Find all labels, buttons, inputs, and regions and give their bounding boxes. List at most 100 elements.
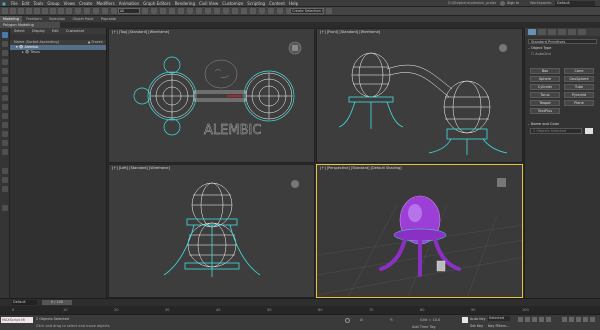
toggle-scene-explorer-icon[interactable]: [223, 8, 229, 14]
toggle-layer-explorer-icon[interactable]: [232, 8, 238, 14]
menu-modifiers[interactable]: Modifiers: [94, 0, 116, 7]
utilities-tab-icon[interactable]: [578, 29, 586, 35]
sign-in-link[interactable]: Sign In: [507, 0, 519, 7]
pivot-center-icon[interactable]: [111, 8, 117, 14]
key-mode-dropdown[interactable]: Selected: [488, 316, 510, 321]
undo-icon[interactable]: [2, 8, 8, 14]
pan-icon[interactable]: [576, 317, 581, 322]
spinner-snap-icon[interactable]: [187, 8, 193, 14]
motion-tab-icon[interactable]: [558, 29, 566, 35]
bind-spacewarp-icon[interactable]: [34, 8, 40, 14]
cone-button[interactable]: Cone: [564, 68, 594, 74]
tree-row-tesus[interactable]: ▸ 👁 Tesus: [10, 50, 106, 55]
cylinder-button[interactable]: Cylinder: [530, 84, 560, 90]
auto-key-button[interactable]: Auto Key: [470, 316, 486, 322]
box-button[interactable]: Box: [530, 68, 560, 74]
object-name-field[interactable]: 2 Objects Selected: [530, 128, 582, 134]
menu-content[interactable]: Content: [267, 0, 287, 7]
window-crossing-icon[interactable]: [66, 8, 72, 14]
coordinate-y[interactable]: Y:: [390, 317, 393, 323]
menu-rendering[interactable]: Rendering: [173, 0, 197, 7]
toggle-ribbon-icon[interactable]: [241, 8, 247, 14]
collapse-all-icon[interactable]: [2, 186, 8, 192]
display-cameras-icon[interactable]: [2, 68, 8, 74]
lock-selection-icon[interactable]: [345, 318, 350, 323]
schematic-view-icon[interactable]: [259, 8, 265, 14]
render-setup-icon[interactable]: [277, 8, 283, 14]
menu-edit[interactable]: Edit: [20, 0, 32, 7]
go-to-end-icon[interactable]: [546, 317, 551, 322]
menu-animation[interactable]: Animation: [117, 0, 141, 7]
select-scale-icon[interactable]: [93, 8, 99, 14]
display-hidden-icon[interactable]: [2, 140, 8, 146]
tube-button[interactable]: Tube: [564, 84, 594, 90]
geosphere-button[interactable]: GeoSphere: [564, 76, 594, 82]
select-move-icon[interactable]: [75, 8, 81, 14]
link-icon[interactable]: [18, 8, 24, 14]
menu-scripting[interactable]: Scripting: [245, 0, 267, 7]
set-key-button[interactable]: Set Key: [470, 323, 483, 329]
primitive-type-dropdown[interactable]: Standard Primitives: [528, 39, 597, 44]
zoom-icon[interactable]: [562, 317, 567, 322]
display-tab-icon[interactable]: [568, 29, 576, 35]
unlink-icon[interactable]: [26, 8, 32, 14]
next-frame-icon[interactable]: [539, 317, 544, 322]
torus-button[interactable]: Torus: [530, 92, 560, 98]
select-manipulate-icon[interactable]: [142, 8, 148, 14]
add-time-tag-button[interactable]: Add Time Tag: [412, 324, 436, 330]
display-all-icon[interactable]: [2, 149, 8, 155]
display-spacewarps-icon[interactable]: [2, 86, 8, 92]
maxscript-listener[interactable]: MAXScript Mi: [1, 317, 33, 323]
object-color-swatch[interactable]: [585, 128, 593, 134]
expand-all-icon[interactable]: [2, 177, 8, 183]
selection-filter-dropdown[interactable]: All: [118, 8, 140, 14]
teapot-button[interactable]: Teapot: [530, 100, 560, 106]
menu-create[interactable]: Create: [77, 0, 94, 7]
edit-named-sets-icon[interactable]: [196, 8, 202, 14]
display-groups-icon[interactable]: [2, 95, 8, 101]
display-helpers-icon[interactable]: [2, 77, 8, 83]
material-editor-icon[interactable]: [268, 8, 274, 14]
select-rotate-icon[interactable]: [84, 8, 90, 14]
select-by-name-icon[interactable]: [50, 8, 56, 14]
ribbon-tab[interactable]: Populate: [98, 16, 119, 22]
prev-frame-icon[interactable]: [525, 317, 530, 322]
app-icon[interactable]: ■: [0, 0, 8, 7]
layer-dropdown[interactable]: Default: [12, 300, 37, 305]
key-filters-button[interactable]: Key Filters...: [488, 323, 509, 329]
menu-civil-view[interactable]: Civil View: [197, 0, 220, 7]
modify-tab-icon[interactable]: [538, 29, 546, 35]
coordinate-x[interactable]: X:: [360, 317, 364, 323]
menu-help[interactable]: Help: [287, 0, 300, 7]
display-bones-icon[interactable]: [2, 113, 8, 119]
pyramid-button[interactable]: Pyramid: [564, 92, 594, 98]
menu-views[interactable]: Views: [62, 0, 78, 7]
explorer-menu-display[interactable]: Display: [32, 29, 45, 33]
filter-icon[interactable]: [2, 168, 8, 174]
named-selection-set[interactable]: Create Selection Se: [290, 8, 324, 14]
display-frozen-icon[interactable]: [2, 131, 8, 137]
textplus-button[interactable]: TextPlus: [530, 108, 560, 114]
viewport-top[interactable]: [+] [Top] [Standard] [Wireframe] ALEMBIC: [108, 28, 315, 163]
menu-file[interactable]: File: [9, 0, 20, 7]
rect-selection-icon[interactable]: [58, 8, 64, 14]
explorer-menu-customize[interactable]: Customize: [66, 29, 84, 33]
align-icon[interactable]: [214, 8, 220, 14]
menu-group[interactable]: Group: [45, 0, 61, 7]
display-none-icon[interactable]: [2, 32, 8, 38]
autogrid-checkbox[interactable]: ☐ AutoGrid: [531, 52, 597, 56]
zoom-all-icon[interactable]: [569, 317, 574, 322]
curve-editor-icon[interactable]: [250, 8, 256, 14]
redo-icon[interactable]: [10, 8, 16, 14]
hierarchy-tab-icon[interactable]: [548, 29, 556, 35]
track-bar[interactable]: 0 10 20 30 40 50 60 70 80 90 100: [0, 306, 600, 314]
time-slider-handle[interactable]: 0 / 100: [42, 300, 72, 305]
plane-button[interactable]: Plane: [564, 100, 594, 106]
play-icon[interactable]: [532, 317, 537, 322]
user-icon[interactable]: [500, 1, 505, 6]
display-lights-icon[interactable]: [2, 59, 8, 65]
display-xrefs-icon[interactable]: [2, 104, 8, 110]
mirror-icon[interactable]: [205, 8, 211, 14]
object-type-rollout[interactable]: – Object Type: [528, 46, 597, 50]
viewport-front[interactable]: [+] [Front] [Standard] [Wireframe]: [316, 28, 523, 163]
